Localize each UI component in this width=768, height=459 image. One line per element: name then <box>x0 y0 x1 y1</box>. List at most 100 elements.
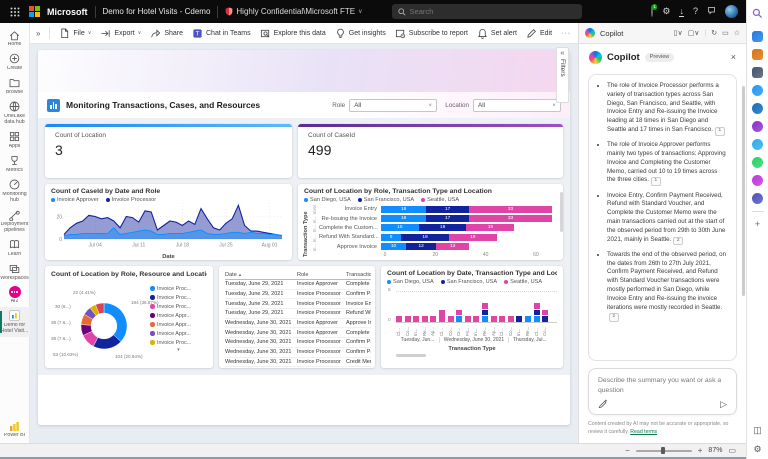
citation-chip[interactable]: 1 <box>714 126 725 136</box>
table-column-header[interactable]: Transaction <box>346 270 371 280</box>
bookmark-dropdown-icon[interactable]: ▯∨ <box>674 29 683 37</box>
table-row[interactable]: Tuesday, June 29, 2021 Invoice Processor R… <box>225 308 371 319</box>
hbar-bar[interactable]: 10 12 13 <box>381 243 469 251</box>
refresh-icon[interactable]: ↻ <box>711 29 717 37</box>
vbar-column[interactable] <box>516 315 523 322</box>
vbar-column[interactable] <box>430 315 437 322</box>
edge-contacts-icon[interactable] <box>752 67 763 78</box>
share-button[interactable]: Share <box>150 28 183 39</box>
edge-telegram-icon[interactable] <box>752 139 763 150</box>
vbar-column[interactable] <box>542 308 549 322</box>
copilot-input-box[interactable]: Describe the summary you want or ask a q… <box>588 368 737 416</box>
sidebar-item-home[interactable]: Home <box>0 26 30 50</box>
table-row[interactable]: Tuesday, June 29, 2021 Invoice Processor I… <box>225 298 371 310</box>
vbar-column[interactable] <box>490 315 497 322</box>
edge-designer-icon[interactable] <box>752 85 763 96</box>
sidebar-item-ai2[interactable]: AI2 <box>0 284 30 307</box>
edit-button[interactable]: Edit <box>526 28 552 39</box>
table-row[interactable]: Wednesday, June 30, 2021 Invoice Approver… <box>225 318 371 329</box>
prompt-suggestions-icon[interactable] <box>598 395 608 413</box>
more-options-icon[interactable]: ··· <box>561 30 571 37</box>
settings-gear-icon[interactable]: ⚙ <box>662 7 670 16</box>
vbar-chart-location-by-date-transaction[interactable]: Count of Location by Date, Transaction T… <box>381 266 563 368</box>
user-avatar[interactable] <box>725 5 738 18</box>
expand-toolbar-icon[interactable]: » <box>36 29 40 38</box>
donut-chart-location-by-role-resource[interactable]: Count of Location by Role, Resource and … <box>45 266 213 368</box>
set-alert-button[interactable]: Set alert <box>477 28 517 39</box>
sidebar-panel-icon[interactable]: ◫ <box>753 425 762 436</box>
copilot-pane-tab[interactable]: Copilot <box>600 29 623 38</box>
vbar-column[interactable] <box>507 315 514 322</box>
vbar-column[interactable] <box>456 308 463 322</box>
vbar-scrollbar[interactable] <box>396 353 426 357</box>
close-icon[interactable]: × <box>731 52 736 62</box>
citation-chip[interactable]: 2 <box>673 236 683 246</box>
get-insights-button[interactable]: Get insights <box>335 28 386 39</box>
edge-drop-icon[interactable] <box>752 121 763 132</box>
citation-chip[interactable]: 1 <box>650 177 661 187</box>
table-row[interactable]: Wednesday, June 30, 2021Invoice Processo… <box>225 357 371 368</box>
favorites-star-icon[interactable]: ☆ <box>734 29 740 37</box>
edge-whatsapp-icon[interactable] <box>752 157 763 168</box>
edge-messenger-icon[interactable] <box>752 175 763 186</box>
edge-tools-icon[interactable] <box>752 49 763 60</box>
sidebar-item-onelake-data-hub[interactable]: OneLake data hub <box>0 98 30 128</box>
hbar-bar[interactable]: 8 19 19 <box>381 233 497 241</box>
hbar-chart-location-by-role-transaction[interactable]: Count of Location by Role, Transaction T… <box>298 184 563 260</box>
vbar-column[interactable] <box>473 315 480 322</box>
table-column-header[interactable]: Role <box>297 270 346 280</box>
fit-window-icon[interactable]: ▭ <box>728 446 736 455</box>
edge-settings-gear-icon[interactable]: ⚙ <box>753 444 761 455</box>
sidebar-item-create[interactable]: Create <box>0 50 30 74</box>
send-icon[interactable]: ▷ <box>720 399 727 409</box>
chat-icon[interactable]: ▭ <box>722 29 729 37</box>
edge-teams-icon[interactable] <box>752 193 763 204</box>
window-dropdown-icon[interactable]: ▢∨ <box>688 29 700 37</box>
vbar-column[interactable] <box>464 315 471 322</box>
area-chart-caseid-by-date-role[interactable]: Count of CaseId by Date and Role Invoice… <box>45 184 292 260</box>
zoom-in-icon[interactable]: + <box>698 446 703 455</box>
chat-in-teams-button[interactable]: T Chat in Teams <box>192 28 251 39</box>
vbar-column[interactable] <box>413 315 420 322</box>
subscribe-to-report-button[interactable]: Subscribe to report <box>395 28 468 39</box>
notifications-icon[interactable]: 1 <box>651 4 658 17</box>
help-icon[interactable]: ? <box>693 7 698 16</box>
citation-chip[interactable]: 2 <box>609 313 619 323</box>
add-app-icon[interactable]: + <box>755 219 760 229</box>
table-column-header[interactable]: Date ▲ <box>225 270 297 280</box>
vbar-column[interactable] <box>421 315 428 322</box>
filters-pane-collapsed[interactable]: « Filters <box>556 47 569 103</box>
table-row[interactable]: Wednesday, June 30, 2021 Invoice Approver… <box>225 327 371 339</box>
vbar-column[interactable] <box>481 302 488 322</box>
sidebar-item-demo-for-hotel-visit[interactable]: Demo for Hotel Visit... <box>0 306 30 337</box>
hbar-bar[interactable]: 18 17 33 <box>381 215 552 223</box>
sidebar-item-metrics[interactable]: Metrics <box>0 152 30 176</box>
transactions-table[interactable]: Date ▲RoleTransaction Tuesday, June 29, … <box>219 266 375 368</box>
hbar-bar[interactable]: 18 17 33 <box>381 205 552 213</box>
legend-more-icon[interactable]: ▾ <box>150 347 207 353</box>
zoom-slider[interactable] <box>635 447 692 454</box>
donut-slice[interactable] <box>103 302 128 342</box>
sidebar-item-workspaces[interactable]: Workspaces <box>0 260 30 284</box>
edge-search-icon[interactable] <box>752 6 763 24</box>
vbar-column[interactable] <box>396 315 402 322</box>
global-search-box[interactable] <box>391 4 582 19</box>
export-button[interactable]: Export ∨ <box>100 28 141 39</box>
sidebar-item-monitoring-hub[interactable]: Monitoring hub <box>0 176 30 206</box>
sidebar-item-power-bi[interactable]: Power BI <box>0 417 30 441</box>
feedback-icon[interactable] <box>707 6 716 17</box>
table-row[interactable]: Wednesday, June 30, 2021Invoice Processo… <box>225 337 371 348</box>
sensitivity-label[interactable]: Highly Confidential\Microsoft FTE ∨ <box>225 7 363 16</box>
table-row[interactable]: Tuesday, June 29, 2021 Invoice Approver Co… <box>225 279 371 290</box>
vbar-column[interactable] <box>533 302 540 322</box>
edge-shopping-icon[interactable] <box>752 31 763 42</box>
table-row[interactable]: Wednesday, June 30, 2021Invoice Processo… <box>225 347 371 358</box>
vbar-column[interactable] <box>447 315 454 322</box>
role-slicer-dropdown[interactable]: All ∨ <box>349 98 438 112</box>
location-slicer-dropdown[interactable]: All ∨ <box>473 98 561 112</box>
vbar-column[interactable] <box>499 315 506 322</box>
sidebar-item-deployment-pipelines[interactable]: Deployment pipelines <box>0 206 30 236</box>
kpi-card-count-of-caseid[interactable]: Count of CaseId 499 <box>298 124 563 178</box>
hbar-scrollbar[interactable] <box>560 192 563 232</box>
edge-outlook-icon[interactable] <box>752 103 763 114</box>
